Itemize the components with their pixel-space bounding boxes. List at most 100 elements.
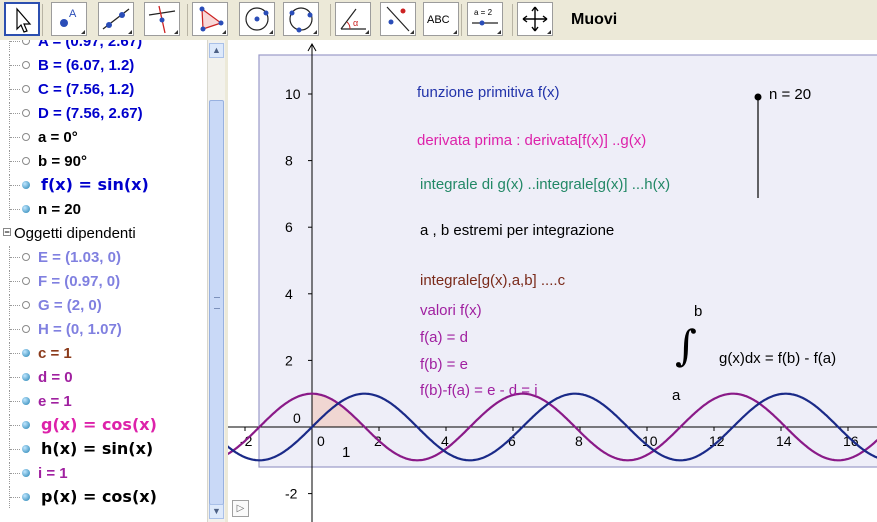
dependent-objects-header[interactable]: − Oggetti dipendenti [0,222,200,244]
submenu-triangle-icon [365,30,369,34]
tree-branch [10,185,20,187]
play-animation-button[interactable]: ▷ [232,500,249,517]
tree-branch [10,161,20,163]
move-tool-icon [16,7,32,33]
visibility-toggle-icon[interactable] [22,277,30,285]
integral-lower-limit: a [672,387,681,404]
text-values: valori f(x) [420,302,482,319]
visibility-toggle-icon[interactable] [22,421,30,429]
submenu-triangle-icon [174,30,178,34]
visibility-toggle-icon[interactable] [22,253,30,261]
y-tick-label: 6 [285,219,293,235]
collapse-icon[interactable]: − [3,228,11,237]
move-view-tool-button[interactable] [517,2,553,36]
text-tool-button[interactable]: ABC [423,2,459,36]
polygon-tool-button[interactable] [192,2,228,36]
visibility-toggle-icon[interactable] [22,397,30,405]
algebra-item-text: e = 1 [38,393,72,410]
angle-tool-button[interactable]: α [335,2,371,36]
y-tick-label: 8 [285,153,293,169]
visibility-toggle-icon[interactable] [22,301,30,309]
graphics-view[interactable]: -2 0 2 4 6 8 10 12 14 16 10 8 6 4 2 0 -2 funzione primit… [228,40,877,522]
tree-branch [10,353,20,355]
scroll-up-arrow-icon[interactable]: ▲ [209,43,224,58]
text-primitive-function: funzione primitiva f(x) [417,84,560,101]
submenu-triangle-icon [222,30,226,34]
scroll-down-arrow-icon[interactable]: ▼ [209,504,224,519]
algebra-item-text: A = (0.97, 2.67) [38,40,143,50]
submenu-triangle-icon [128,30,132,34]
tree-branch [10,137,20,139]
tree-branch [10,113,20,115]
submenu-triangle-icon [410,30,414,34]
algebra-scrollbar[interactable]: ▲ ▼ [207,40,225,522]
integral-upper-limit: b [694,303,703,320]
perpendicular-tool-button[interactable] [144,2,180,36]
submenu-triangle-icon [269,30,273,34]
move-tool-button[interactable] [4,2,40,36]
circle-center-tool-button[interactable] [239,2,275,36]
visibility-toggle-icon[interactable] [22,493,30,501]
toolbar-separator [330,4,331,36]
scroll-thumb[interactable] [209,100,224,505]
integral-sign: ∫ [675,321,697,370]
tree-branch [10,401,20,403]
visibility-toggle-icon[interactable] [22,40,30,45]
visibility-toggle-icon[interactable] [22,373,30,381]
submenu-triangle-icon [497,30,501,34]
visibility-toggle-icon[interactable] [22,133,30,141]
point-tool-button[interactable]: A [51,2,87,36]
tree-branch [10,257,20,259]
x-tick-label: 8 [575,433,583,449]
tree-branch [10,89,20,91]
dependent-objects-label: Oggetti dipendenti [14,225,136,242]
tree-branch [10,377,20,379]
tree-branch [10,65,20,67]
algebra-item-text: p(x) = cos(x) [41,487,157,506]
visibility-toggle-icon[interactable] [22,181,30,189]
slider-tool-button[interactable]: a = 2 [467,2,503,36]
visibility-toggle-icon[interactable] [22,85,30,93]
visibility-toggle-icon[interactable] [22,205,30,213]
visibility-toggle-icon[interactable] [22,61,30,69]
algebra-item-text: i = 1 [38,465,68,482]
algebra-item-text: b = 90° [38,153,87,170]
visibility-toggle-icon[interactable] [22,349,30,357]
y-tick-label: 0 [293,410,301,426]
text-fbfa: f(b)-f(a) = e - d = i [420,382,538,399]
slider-handle[interactable] [754,93,762,101]
algebra-item-text: d = 0 [38,369,73,386]
text-fb: f(b) = e [420,356,468,373]
algebra-item-text: C = (7.56, 1.2) [38,81,135,98]
tree-branch [10,425,20,427]
algebra-item-text: E = (1.03, 0) [38,249,121,266]
x-tick-label: 14 [776,433,792,449]
toolbar-separator [512,4,513,36]
algebra-item-text: c = 1 [38,345,72,362]
visibility-toggle-icon[interactable] [22,445,30,453]
svg-text:A: A [69,8,77,20]
tree-branch [10,449,20,451]
slider-label: n = 20 [769,86,812,103]
visibility-toggle-icon[interactable] [22,325,30,333]
grip-icon [214,297,220,309]
tree-branch [10,473,20,475]
y-tick-label: 2 [285,352,293,368]
submenu-triangle-icon [453,30,457,34]
y-tick-label: 4 [285,286,293,302]
algebra-item-text: a = 0° [38,129,78,146]
tree-branch [10,497,20,499]
integral-formula: g(x)dx = f(b) - f(a) [719,350,837,367]
line-tool-button[interactable] [98,2,134,36]
toolbar: Aα ABC a = 2 [0,0,877,40]
visibility-toggle-icon[interactable] [22,469,30,477]
current-tool-name: Muovi [571,11,618,28]
reflect-tool-button[interactable] [380,2,416,36]
toolbar-separator [461,4,462,36]
tree-branch [10,209,20,211]
algebra-item-text: H = (0, 1.07) [38,321,122,338]
submenu-triangle-icon [313,30,317,34]
visibility-toggle-icon[interactable] [22,109,30,117]
circle-three-points-tool-button[interactable] [283,2,319,36]
visibility-toggle-icon[interactable] [22,157,30,165]
